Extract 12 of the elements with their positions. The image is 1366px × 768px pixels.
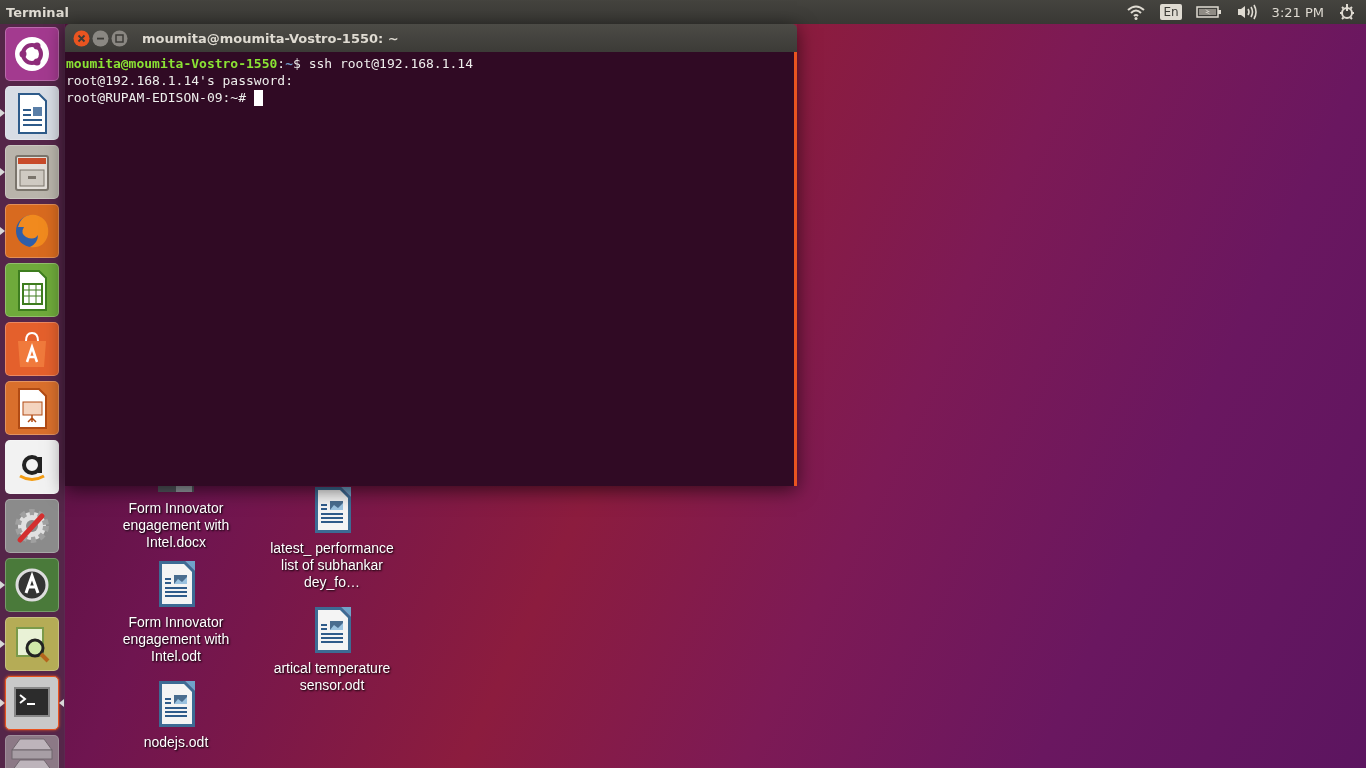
file-name[interactable]: Form Innovator engagement with Intel.odt <box>108 614 244 665</box>
terminal-line: root@RUPAM-EDISON-09:~# <box>66 89 247 106</box>
file-name[interactable]: Form Innovator engagement with Intel.docx <box>108 500 244 551</box>
terminal-line: root@192.168.1.14's password: <box>66 72 293 89</box>
terminal-line: moumita@moumita-Vostro-1550:~$ ssh root@192.168.1.14 <box>66 55 473 72</box>
window-title: moumita@moumita-Vostro-1550: ~ <box>142 30 399 46</box>
file-name[interactable]: artical temperature sensor.odt <box>264 660 400 694</box>
keyboard-layout-indicator[interactable]: En <box>1160 4 1182 20</box>
app-title: Terminal <box>6 4 69 20</box>
file-name[interactable]: nodejs.odt <box>108 734 244 751</box>
file-name[interactable]: latest_ performance list of subhankar dey_fo… <box>264 540 400 591</box>
clock[interactable]: 3:21 PM <box>1271 4 1324 20</box>
